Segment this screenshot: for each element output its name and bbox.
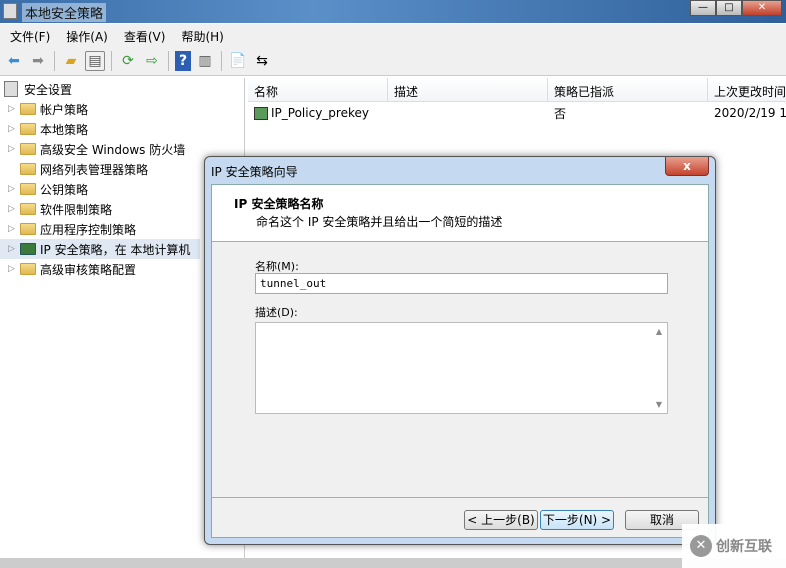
tree-root[interactable]: 安全设置 <box>4 79 72 99</box>
properties-icon[interactable]: ▥ <box>195 51 215 71</box>
column-header-modified[interactable]: 上次更改时间 <box>708 78 786 101</box>
tree-item-label: 应用程序控制策略 <box>40 222 137 237</box>
folder-icon <box>20 163 36 175</box>
expand-arrow-icon[interactable]: ▷ <box>8 244 20 254</box>
wizard-heading: IP 安全策略名称 <box>234 197 324 211</box>
maximize-button[interactable]: □ <box>716 0 742 16</box>
tree-item-label: 网络列表管理器策略 <box>40 162 149 177</box>
expand-arrow-icon[interactable]: ▷ <box>8 184 20 194</box>
column-header-name[interactable]: 名称 <box>248 78 388 101</box>
expand-arrow-icon[interactable]: ▷ <box>8 204 20 214</box>
tree-item-label: 高级审核策略配置 <box>40 262 137 277</box>
column-header-description[interactable]: 描述 <box>388 78 548 101</box>
toolbar-separator <box>221 51 222 71</box>
folder-icon <box>20 223 36 235</box>
menu-help[interactable]: 帮助(H) <box>179 24 231 47</box>
menu-action[interactable]: 操作(A) <box>64 24 116 47</box>
next-button[interactable]: 下一步(N) > <box>540 510 614 530</box>
tree-item-label: 本地策略 <box>40 122 89 137</box>
folder-icon <box>20 183 36 195</box>
close-button[interactable]: ✕ <box>742 0 782 16</box>
export-icon[interactable]: ⇨ <box>142 51 162 71</box>
up-folder-icon[interactable]: ▰ <box>61 51 81 71</box>
name-input[interactable]: tunnel_out <box>255 273 668 294</box>
show-hide-tree-icon[interactable]: ▤ <box>85 51 105 71</box>
tree-item-selected[interactable]: ▷ IP 安全策略，在 本地计算机 <box>0 239 200 259</box>
folder-icon <box>20 203 36 215</box>
wizard-header: IP 安全策略名称 命名这个 IP 安全策略并且给出一个简短的描述 <box>212 185 708 242</box>
expand-arrow-icon[interactable]: ▷ <box>8 124 20 134</box>
security-settings-icon <box>4 81 18 97</box>
manage-filters-icon[interactable]: ⇆ <box>252 51 272 71</box>
table-row[interactable]: IP_Policy_prekey 否 2020/2/19 1 <box>248 102 786 124</box>
ip-security-icon <box>20 243 36 255</box>
tree-item[interactable]: ▷ 帐户策略 <box>0 99 88 119</box>
tree-item-label: 软件限制策略 <box>40 202 113 217</box>
policy-icon <box>254 106 268 120</box>
wizard-subheading: 命名这个 IP 安全策略并且给出一个简短的描述 <box>256 215 503 229</box>
column-header-assigned[interactable]: 策略已指派 <box>548 78 708 101</box>
menu-file[interactable]: 文件(F) <box>8 24 58 47</box>
expand-arrow-icon[interactable]: ▷ <box>8 144 20 154</box>
tree-item-label: 公钥策略 <box>40 182 89 197</box>
description-textarea[interactable]: ▲ ▼ <box>255 322 668 414</box>
back-button[interactable]: < 上一步(B) <box>464 510 538 530</box>
tree-item[interactable]: ▷ 软件限制策略 <box>0 199 112 219</box>
folder-icon <box>20 123 36 135</box>
tree-item[interactable]: ▷ 应用程序控制策略 <box>0 219 136 239</box>
cell-assigned: 否 <box>554 106 567 121</box>
tree-item[interactable]: ▷ 公钥策略 <box>0 179 88 199</box>
expand-arrow-icon[interactable]: ▷ <box>8 264 20 274</box>
expand-arrow-icon[interactable]: ▷ <box>8 224 20 234</box>
tree-item-label: 帐户策略 <box>40 102 89 117</box>
back-icon[interactable]: ⬅ <box>4 51 24 71</box>
dialog-close-button[interactable]: x <box>665 157 709 176</box>
toolbar-separator <box>168 51 169 71</box>
watermark-text: 创新互联 <box>716 539 772 555</box>
ip-policy-wizard-dialog: IP 安全策略向导 x IP 安全策略名称 命名这个 IP 安全策略并且给出一个… <box>204 156 716 545</box>
dialog-title: IP 安全策略向导 <box>211 165 298 179</box>
menu-bar: 文件(F) 操作(A) 查看(V) 帮助(H) <box>0 24 786 47</box>
tree-item-label: 高级安全 Windows 防火墙 <box>40 142 186 157</box>
minimize-button[interactable]: — <box>690 0 716 16</box>
tree-item-label: IP 安全策略，在 本地计算机 <box>40 242 191 257</box>
watermark: ✕ 创新互联 <box>682 524 786 568</box>
help-icon[interactable]: ? <box>175 51 191 71</box>
name-label: 名称(M): <box>255 260 299 273</box>
window-title: 本地安全策略 <box>22 3 107 22</box>
cell-modified: 2020/2/19 1 <box>714 106 786 120</box>
folder-icon <box>20 143 36 155</box>
status-bar <box>0 558 786 568</box>
app-icon <box>3 3 17 19</box>
folder-icon <box>20 103 36 115</box>
forward-icon[interactable]: ➡ <box>28 51 48 71</box>
expand-arrow-icon[interactable]: ▷ <box>8 104 20 114</box>
window-title-bar: 本地安全策略 — □ ✕ <box>0 0 786 23</box>
new-policy-icon[interactable]: 📄 <box>228 51 248 71</box>
menu-view[interactable]: 查看(V) <box>122 24 174 47</box>
divider <box>212 497 708 498</box>
tree-item[interactable]: ▷ 本地策略 <box>0 119 88 139</box>
toolbar: ⬅ ➡ ▰ ▤ ⟳ ⇨ ? ▥ 📄 ⇆ <box>0 47 786 76</box>
folder-icon <box>20 263 36 275</box>
watermark-logo-icon: ✕ <box>690 535 712 557</box>
tree-item[interactable]: ▷ 高级安全 Windows 防火墙 <box>0 139 185 159</box>
scrollbar[interactable]: ▲ ▼ <box>651 323 667 413</box>
refresh-icon[interactable]: ⟳ <box>118 51 138 71</box>
description-label: 描述(D): <box>255 306 298 319</box>
tree-item[interactable]: ▷ 高级审核策略配置 <box>0 259 136 279</box>
cell-name: IP_Policy_prekey <box>271 106 369 120</box>
toolbar-separator <box>54 51 55 71</box>
toolbar-separator <box>111 51 112 71</box>
tree-root-label: 安全设置 <box>24 82 73 97</box>
tree-item[interactable]: 网络列表管理器策略 <box>0 159 148 179</box>
